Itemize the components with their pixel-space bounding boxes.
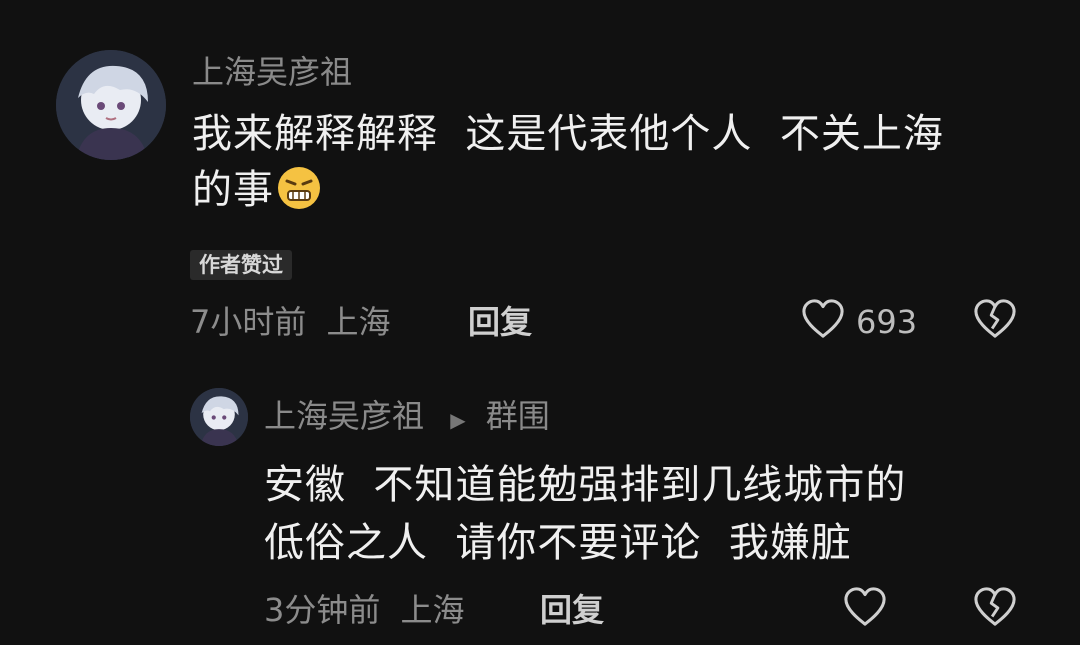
comment-text-line-2-text: 的事 xyxy=(192,167,274,213)
dislike-button[interactable] xyxy=(972,298,1022,344)
reply-reply-button[interactable]: 回复 xyxy=(540,590,604,630)
reply-time: 3分钟前 xyxy=(264,591,381,629)
reply-username[interactable]: 上海吴彦祖 xyxy=(264,397,424,435)
comment-time: 7小时前 xyxy=(190,303,307,341)
comment-username[interactable]: 上海吴彦祖 xyxy=(192,52,352,92)
reply-meta: 3分钟前 上海 xyxy=(264,590,465,630)
comment-meta: 7小时前 上海 xyxy=(190,302,391,342)
heart-icon xyxy=(802,299,844,338)
reply-avatar[interactable] xyxy=(190,388,248,446)
reply-location: 上海 xyxy=(400,591,465,629)
reply-text: 安徽 不知道能勉强排到几线城市的 低俗之人 请你不要评论 我嫌脏 xyxy=(264,456,1044,572)
avatar[interactable] xyxy=(56,50,166,160)
like-button[interactable] xyxy=(800,298,850,344)
reply-text-line-1: 安徽 不知道能勉强排到几线城市的 xyxy=(264,462,907,508)
comment-location: 上海 xyxy=(326,303,391,341)
grimacing-face-icon xyxy=(276,165,322,211)
author-liked-badge: 作者赞过 xyxy=(190,250,292,280)
comment-text: 我来解释解释 这是代表他个人 不关上海 的事 xyxy=(192,106,1052,218)
comment-reply-button[interactable]: 回复 xyxy=(468,302,532,342)
reply-like-button[interactable] xyxy=(842,586,892,632)
reply-text-line-2: 低俗之人 请你不要评论 我嫌脏 xyxy=(264,520,852,566)
reply-header: 上海吴彦祖 ▶ 群围 xyxy=(264,396,550,440)
like-count: 693 xyxy=(856,303,918,341)
comment-text-line-2: 的事 xyxy=(192,162,1052,218)
broken-heart-icon xyxy=(974,299,1016,338)
play-arrow-icon: ▶ xyxy=(450,408,466,432)
reply-to-username[interactable]: 群围 xyxy=(486,397,550,435)
broken-heart-icon xyxy=(974,587,1016,626)
reply-dislike-button[interactable] xyxy=(972,586,1022,632)
heart-icon xyxy=(844,587,886,626)
comment-text-line-1: 我来解释解释 这是代表他个人 不关上海 xyxy=(192,111,944,157)
